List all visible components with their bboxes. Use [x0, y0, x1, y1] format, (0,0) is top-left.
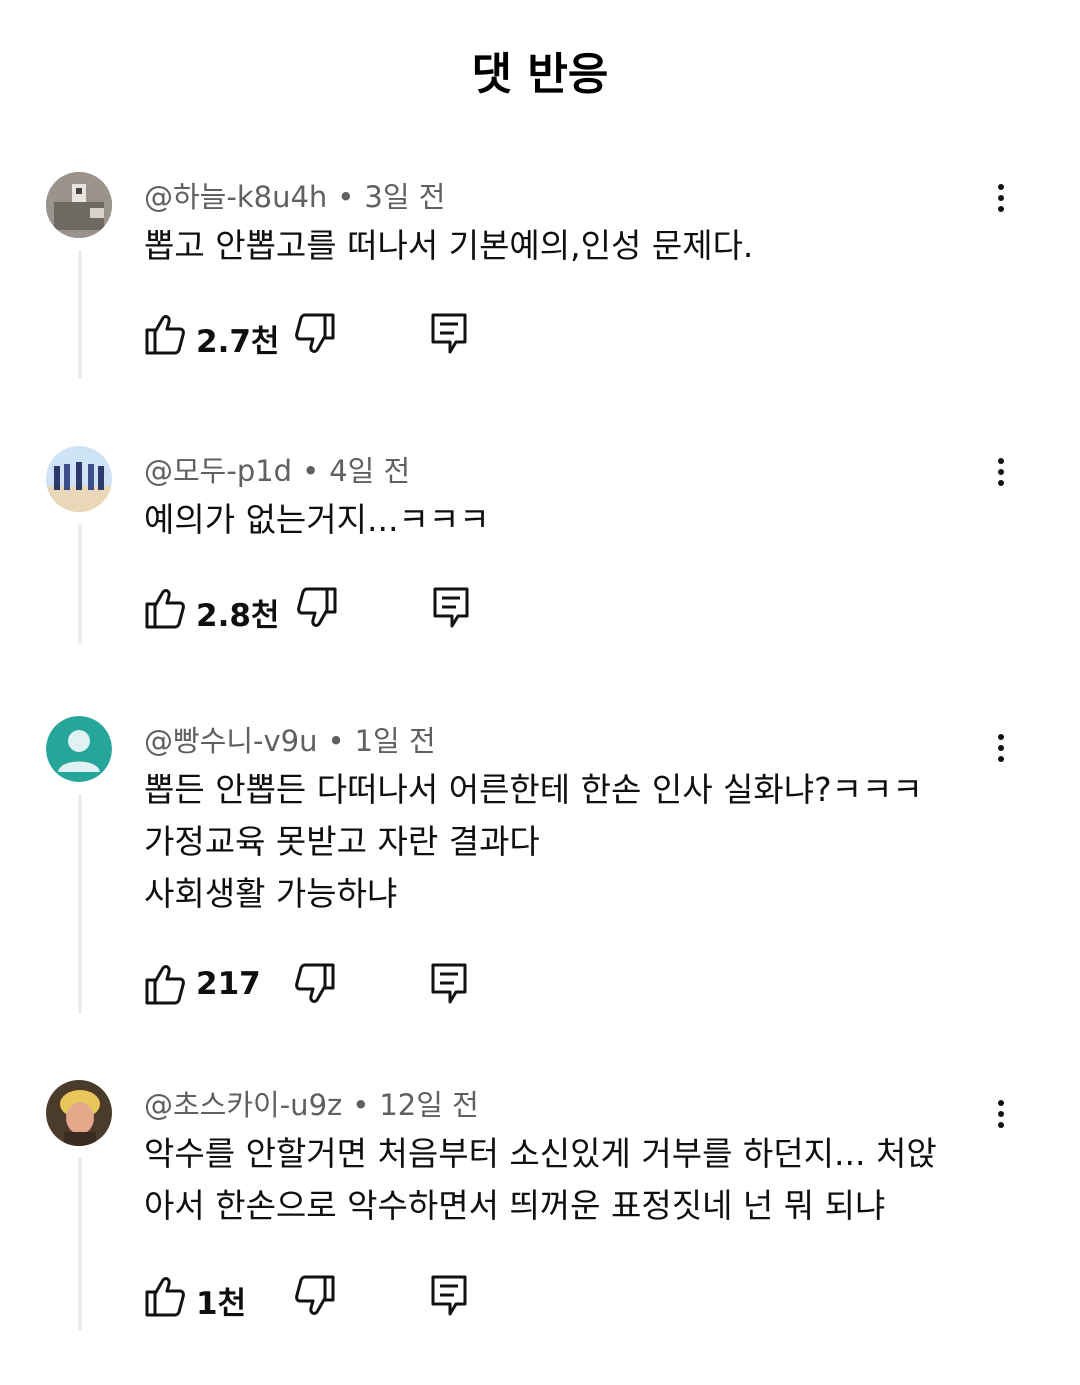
like-count: 2.8천	[196, 598, 280, 634]
like-button[interactable]	[144, 1274, 186, 1322]
comment-time[interactable]: 4일 전	[329, 454, 410, 488]
like-count: 2.7천	[196, 324, 280, 360]
thumbs-up-icon	[145, 965, 185, 1005]
thumbs-up-icon	[145, 1277, 185, 1317]
thread-line	[78, 250, 82, 378]
meta-separator: •	[302, 454, 320, 488]
comment-meta: @하늘-k8u4h • 3일 전	[144, 174, 445, 216]
reply-button[interactable]	[430, 1274, 468, 1322]
dislike-button[interactable]	[294, 1274, 336, 1322]
thread-line	[78, 794, 82, 1014]
reply-icon	[431, 313, 467, 354]
like-count: 217	[196, 966, 261, 1002]
thumbs-down-icon	[297, 587, 337, 627]
like-button[interactable]	[144, 962, 186, 1010]
comment-time[interactable]: 1일 전	[355, 724, 436, 758]
reply-icon	[431, 1275, 467, 1316]
avatar[interactable]	[46, 1080, 112, 1146]
comment-text: 악수를 안할거면 처음부터 소신있게 거부를 하던지... 처앉 아서 한손으로…	[144, 1134, 937, 1225]
comment-meta: @초스카이-u9z • 12일 전	[144, 1082, 479, 1124]
thumbs-up-icon	[145, 315, 185, 355]
thumbs-down-icon	[295, 963, 335, 1003]
more-options-icon[interactable]	[986, 454, 1016, 494]
thumbs-down-icon	[295, 1275, 335, 1315]
author-name[interactable]: @빵수니-v9u	[144, 724, 318, 758]
comment-text: 예의가 없는거지...ㅋㅋㅋ	[144, 500, 490, 539]
thumbs-up-icon	[145, 589, 185, 629]
meta-separator: •	[352, 1088, 370, 1122]
more-options-icon[interactable]	[986, 180, 1016, 220]
reply-button[interactable]	[430, 962, 468, 1010]
dislike-button[interactable]	[294, 312, 336, 360]
thread-line	[78, 1158, 82, 1330]
comment-time[interactable]: 3일 전	[364, 180, 445, 214]
comment-text: 뽑든 안뽑든 다떠나서 어른한테 한손 인사 실화냐?ㅋㅋㅋ 가정교육 못받고 …	[144, 770, 923, 913]
avatar[interactable]	[46, 446, 112, 512]
reply-icon	[433, 587, 469, 628]
avatar[interactable]	[46, 172, 112, 238]
comment-text: 뽑고 안뽑고를 떠나서 기본예의,인성 문제다.	[144, 226, 754, 265]
reply-button[interactable]	[432, 586, 470, 634]
avatar[interactable]	[46, 716, 112, 782]
dislike-button[interactable]	[294, 962, 336, 1010]
page-title: 댓 반응	[471, 49, 609, 100]
thumbs-down-icon	[295, 313, 335, 353]
like-count: 1천	[196, 1286, 247, 1322]
reply-button[interactable]	[430, 312, 468, 360]
author-name[interactable]: @하늘-k8u4h	[144, 180, 327, 214]
like-button[interactable]	[144, 586, 186, 634]
dislike-button[interactable]	[296, 586, 338, 634]
author-name[interactable]: @초스카이-u9z	[144, 1088, 342, 1122]
like-button[interactable]	[144, 312, 186, 360]
thread-line	[78, 524, 82, 644]
meta-separator: •	[337, 180, 355, 214]
reply-icon	[431, 963, 467, 1004]
comment-time[interactable]: 12일 전	[379, 1088, 478, 1122]
comment-meta: @모두-p1d • 4일 전	[144, 448, 410, 490]
meta-separator: •	[327, 724, 345, 758]
author-name[interactable]: @모두-p1d	[144, 454, 292, 488]
comment-meta: @빵수니-v9u • 1일 전	[144, 718, 436, 760]
